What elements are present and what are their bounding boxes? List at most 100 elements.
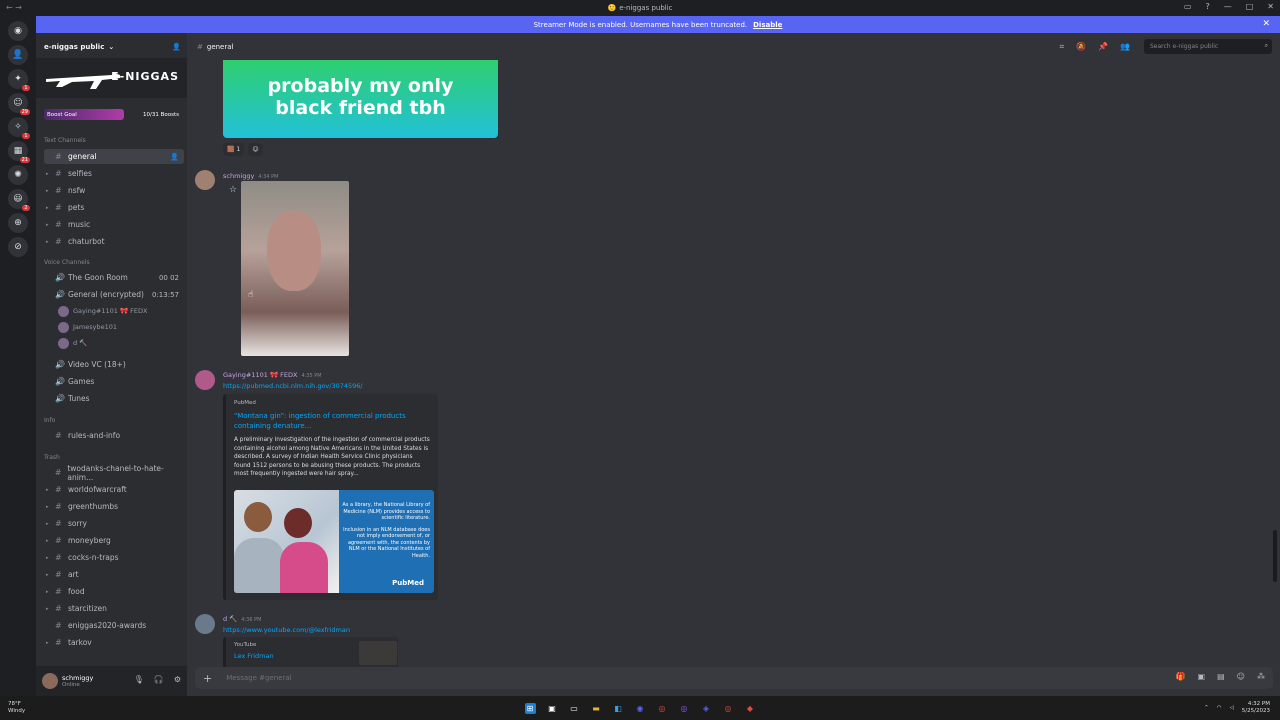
- channel-item[interactable]: ▸ # art: [44, 567, 184, 582]
- author-name[interactable]: schmiggy: [223, 172, 254, 180]
- volume-icon[interactable]: ◁: [1230, 705, 1234, 711]
- avatar[interactable]: [195, 614, 215, 634]
- chrome-icon[interactable]: ◎: [657, 703, 668, 714]
- category-info[interactable]: Info: [44, 417, 55, 424]
- notification-bell-icon[interactable]: 🔕: [1076, 42, 1086, 52]
- message-link[interactable]: https://pubmed.ncbi.nlm.nih.gov/3074596/: [223, 382, 363, 390]
- voice-user[interactable]: Jamesybe101: [58, 320, 117, 334]
- gif-attachment[interactable]: probably my only black friend tbh: [223, 60, 498, 138]
- channel-item[interactable]: ▸ # chaturbot: [44, 234, 184, 249]
- avatar[interactable]: [195, 170, 215, 190]
- channel-item[interactable]: ▸ # worldofwarcraft: [44, 482, 184, 497]
- scrollbar[interactable]: [1273, 530, 1277, 582]
- server-icon[interactable]: ✦ 1: [8, 69, 30, 91]
- server-header[interactable]: e-niggas public ⌄ 👤: [36, 33, 187, 60]
- embed-thumbnail[interactable]: [359, 641, 397, 665]
- channel-item[interactable]: # general 👤: [44, 149, 184, 164]
- channel-item[interactable]: ▸ # starcitizen: [44, 601, 184, 616]
- server-icon[interactable]: ☺ 29: [8, 93, 30, 115]
- channel-item[interactable]: ▸ # moneyberg: [44, 533, 184, 548]
- weather-widget[interactable]: 78°F Windy: [8, 701, 25, 715]
- add-server-icon[interactable]: ⊕: [8, 213, 28, 233]
- microphone-icon[interactable]: 🎙: [134, 675, 144, 684]
- reaction-pill[interactable]: 🟫 1: [223, 143, 245, 156]
- help-icon[interactable]: ?: [1205, 2, 1209, 11]
- message-composer[interactable]: + Message #general 🎁 ▣ ▤ ☺ ⁂: [195, 667, 1273, 689]
- close-icon[interactable]: ✕: [1262, 19, 1270, 29]
- avatar[interactable]: [195, 370, 215, 390]
- boost-goal-bar[interactable]: Boost Goal 10/31 Boosts: [44, 109, 182, 120]
- add-reaction-button[interactable]: ☺: [248, 143, 263, 156]
- channel-item[interactable]: 🔊 Games: [44, 374, 184, 389]
- clock[interactable]: 4:32 PM 5/25/2023: [1242, 701, 1270, 715]
- embed-image[interactable]: As a library, the National Library of Me…: [234, 490, 434, 593]
- server-icon[interactable]: ✧ 1: [8, 117, 30, 139]
- message-input[interactable]: Message #general: [226, 674, 291, 682]
- maximize-button[interactable]: □: [1246, 2, 1254, 11]
- category-text-channels[interactable]: Text Channels: [44, 137, 86, 144]
- app-icon[interactable]: ◎: [679, 703, 690, 714]
- threads-icon[interactable]: ⌗: [1060, 42, 1065, 52]
- voice-user[interactable]: Gaying#1101 🎀 FEDX: [58, 304, 147, 318]
- pin-icon[interactable]: 📌: [1098, 42, 1108, 52]
- embed-title[interactable]: "Montana gin": ingestion of commercial p…: [234, 411, 430, 431]
- terminal-icon[interactable]: ▭: [569, 703, 580, 714]
- search-input[interactable]: Search e-niggas public ⌕: [1144, 39, 1272, 54]
- channel-item[interactable]: # eniggas2020-awards: [44, 618, 184, 633]
- category-voice-channels[interactable]: Voice Channels: [44, 259, 90, 266]
- message-link[interactable]: https://www.youtube.com/@lexfridman: [223, 626, 350, 634]
- channel-item[interactable]: ▸ # food: [44, 584, 184, 599]
- invite-icon[interactable]: 👤: [170, 153, 179, 161]
- channel-item[interactable]: ▸ # greenthumbs: [44, 499, 184, 514]
- minimize-button[interactable]: —: [1224, 2, 1232, 11]
- channel-item[interactable]: ▸ # nsfw: [44, 183, 184, 198]
- author-name[interactable]: Gaying#1101 🎀 FEDX: [223, 371, 297, 379]
- channel-item[interactable]: 🔊 Tunes: [44, 391, 184, 406]
- message-author[interactable]: schmiggy 4:34 PM: [223, 172, 278, 180]
- add-person-icon[interactable]: 👤: [172, 43, 181, 51]
- inbox-icon[interactable]: ▭: [1184, 2, 1192, 11]
- channel-item[interactable]: ▸ # music: [44, 217, 184, 232]
- gift-icon[interactable]: 🎁: [1176, 672, 1186, 681]
- sticker-icon[interactable]: ▤: [1217, 672, 1225, 681]
- emoji-picker-icon[interactable]: ☺: [1237, 672, 1245, 681]
- server-icon[interactable]: 😃 2: [8, 189, 30, 211]
- message-author[interactable]: Gaying#1101 🎀 FEDX 4:35 PM: [223, 371, 322, 379]
- headphones-icon[interactable]: 🎧: [154, 675, 164, 684]
- category-trash[interactable]: Trash: [44, 454, 60, 461]
- windows-start-icon[interactable]: ⊞: [524, 702, 536, 714]
- server-avatar[interactable]: 👤: [8, 45, 28, 65]
- apps-icon[interactable]: ⁂: [1257, 672, 1265, 681]
- channel-item[interactable]: ▸ # sorry: [44, 516, 184, 531]
- back-forward-icon[interactable]: ← →: [6, 3, 22, 12]
- message-author[interactable]: d 🔨 4:36 PM: [223, 615, 261, 623]
- gear-icon[interactable]: ⚙: [174, 675, 181, 684]
- app-icon[interactable]: ◈: [701, 703, 712, 714]
- channel-item[interactable]: ▸ # selfies: [44, 166, 184, 181]
- discord-icon[interactable]: ◉: [635, 703, 646, 714]
- discover-icon[interactable]: ⊘: [8, 237, 28, 257]
- task-view-icon[interactable]: ▣: [547, 703, 558, 714]
- tray-chevron-icon[interactable]: ⌃: [1204, 705, 1209, 711]
- store-icon[interactable]: ◧: [613, 703, 624, 714]
- channel-item[interactable]: 🔊 General (encrypted) 0:13:57: [44, 287, 184, 302]
- avatar[interactable]: [42, 673, 58, 689]
- discord-home-icon[interactable]: ◉: [8, 21, 28, 41]
- author-name[interactable]: d 🔨: [223, 615, 237, 623]
- channel-item[interactable]: 🔊 Video VC (18+): [44, 357, 184, 372]
- disable-streamer-mode-button[interactable]: Disable: [753, 21, 782, 29]
- star-icon[interactable]: ☆: [229, 185, 237, 195]
- channel-item[interactable]: ▸ # cocks-n-traps: [44, 550, 184, 565]
- server-icon[interactable]: ✺: [8, 165, 28, 185]
- channel-item[interactable]: ▸ # pets: [44, 200, 184, 215]
- server-icon[interactable]: ▦ 21: [8, 141, 30, 163]
- channel-item[interactable]: 🔊 The Goon Room 00 02: [44, 270, 184, 285]
- close-window-button[interactable]: ✕: [1267, 2, 1274, 11]
- member-list-icon[interactable]: 👥: [1120, 42, 1130, 52]
- app-icon[interactable]: ◆: [745, 703, 756, 714]
- video-attachment[interactable]: [241, 181, 349, 356]
- gif-icon[interactable]: ▣: [1198, 672, 1206, 681]
- channel-item[interactable]: # rules-and-info: [44, 428, 184, 443]
- channel-item[interactable]: # twodanks-chanel-to-hate-anim...: [44, 464, 184, 482]
- add-attachment-icon[interactable]: +: [203, 672, 212, 685]
